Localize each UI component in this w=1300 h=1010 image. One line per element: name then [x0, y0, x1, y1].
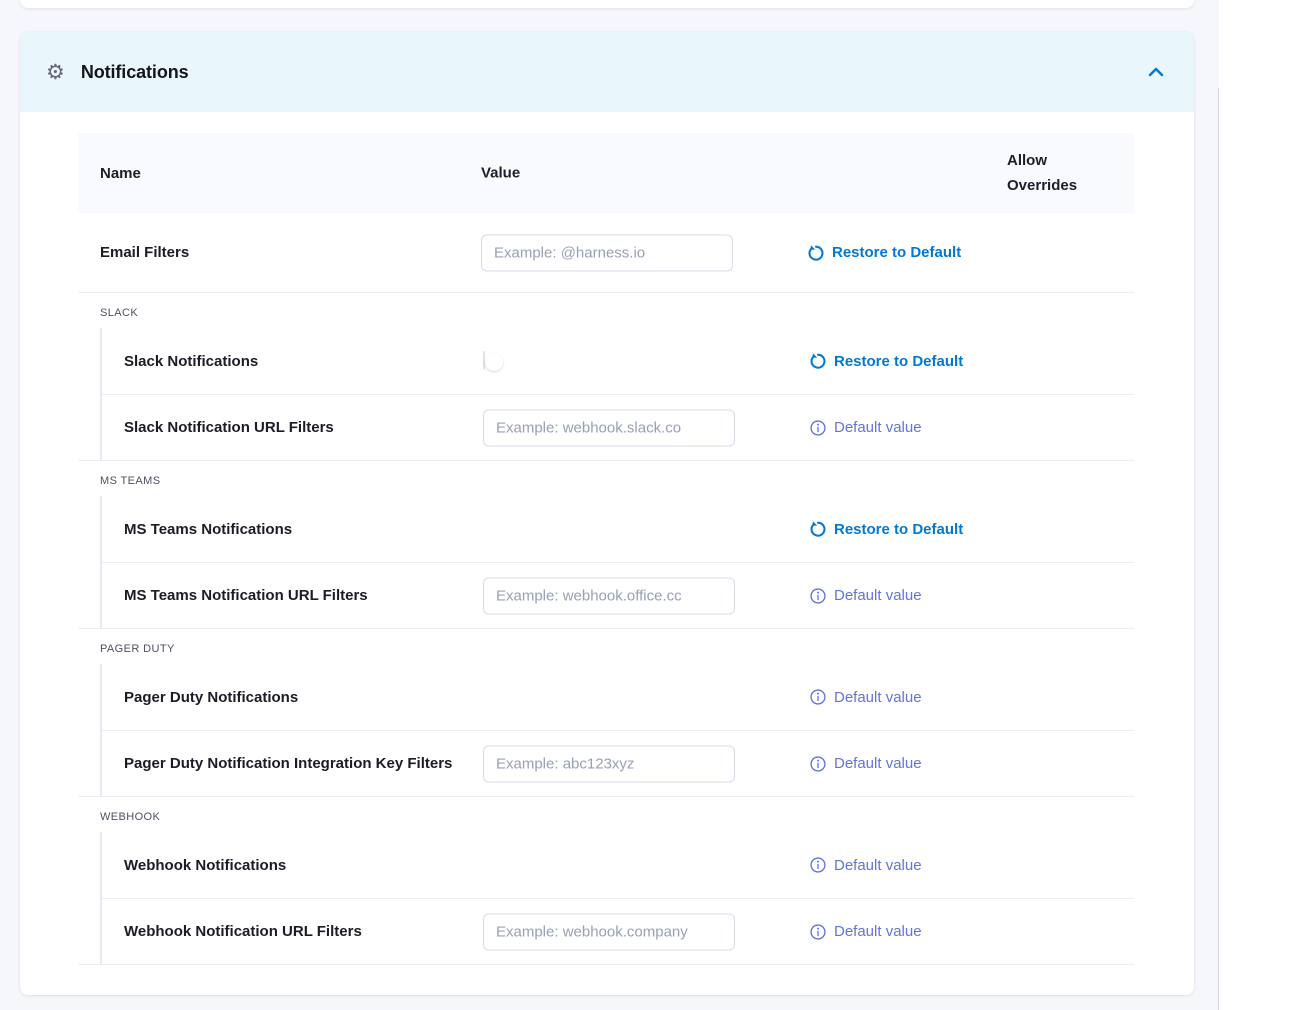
- info-icon: [809, 923, 827, 941]
- info-icon: [809, 587, 827, 605]
- action-label: Default value: [834, 689, 922, 706]
- row-webhook-notification-url-filters: Webhook Notification URL Filters De: [102, 898, 1134, 964]
- action-label: Default value: [834, 857, 922, 874]
- row-ms-teams-notification-url-filters: MS Teams Notification URL Filters D: [102, 562, 1134, 628]
- info-icon: [809, 688, 827, 706]
- table-header-row: Name Value Allow Overrides: [78, 133, 1134, 213]
- right-panel-background: [1219, 0, 1300, 1010]
- row-slack-notifications: Slack Notifications Restore to Default: [102, 328, 1134, 394]
- row-ms-teams-notifications: MS Teams Notifications Restore to Defaul…: [102, 496, 1134, 562]
- chevron-up-icon: [1148, 67, 1164, 77]
- row-slack-notification-url-filters: Slack Notification URL Filters Defa: [102, 394, 1134, 460]
- info-icon: [809, 419, 827, 437]
- row-pager-duty-notifications: Pager Duty Notifications Default va: [102, 664, 1134, 730]
- group-webhook: WEBHOOK Webhook Notifications: [78, 797, 1134, 965]
- pager-duty-integration-key-filters-input[interactable]: [483, 745, 735, 782]
- restore-icon: [809, 352, 827, 370]
- restore-to-default-button[interactable]: Restore to Default: [807, 244, 961, 262]
- action-label: Restore to Default: [834, 353, 963, 370]
- group-label: WEBHOOK: [78, 797, 1134, 832]
- notifications-panel: ⚙ Notifications Name Value Allow Overrid…: [20, 32, 1194, 995]
- setting-label: Webhook Notification URL Filters: [102, 923, 362, 940]
- setting-label: Email Filters: [78, 244, 189, 261]
- info-icon: [809, 755, 827, 773]
- webhook-notification-url-filters-input[interactable]: [483, 913, 735, 950]
- notifications-panel-header[interactable]: ⚙ Notifications: [20, 32, 1194, 112]
- slack-notifications-toggle[interactable]: [483, 351, 485, 370]
- group-label: MS TEAMS: [78, 461, 1134, 496]
- collapse-button[interactable]: [1145, 61, 1167, 83]
- setting-label: Webhook Notifications: [102, 857, 286, 874]
- default-value-indicator[interactable]: Default value: [809, 755, 922, 773]
- column-header-value: Value: [481, 165, 520, 182]
- ms-teams-notification-url-filters-input[interactable]: [483, 577, 735, 614]
- restore-icon: [807, 244, 825, 262]
- action-label: Default value: [834, 587, 922, 604]
- group-label: PAGER DUTY: [78, 629, 1134, 664]
- row-webhook-notifications: Webhook Notifications Default value: [102, 832, 1134, 898]
- default-value-indicator[interactable]: Default value: [809, 688, 922, 706]
- info-icon: [809, 856, 827, 874]
- action-label: Default value: [834, 923, 922, 940]
- divider: [78, 964, 1134, 965]
- group-label: SLACK: [78, 293, 1134, 328]
- setting-label: Slack Notification URL Filters: [102, 419, 334, 436]
- settings-table: Name Value Allow Overrides Email Filters…: [78, 133, 1134, 965]
- default-value-indicator[interactable]: Default value: [809, 923, 922, 941]
- restore-to-default-button[interactable]: Restore to Default: [809, 352, 963, 370]
- default-value-indicator[interactable]: Default value: [809, 856, 922, 874]
- setting-label: MS Teams Notification URL Filters: [102, 587, 368, 604]
- action-label: Default value: [834, 419, 922, 436]
- action-label: Restore to Default: [832, 244, 961, 261]
- setting-label: Pager Duty Notification Integration Key …: [102, 755, 452, 772]
- column-header-allow-overrides: Allow Overrides: [1007, 148, 1089, 198]
- row-email-filters: Email Filters Restore to Default: [78, 213, 1134, 293]
- group-pager-duty: PAGER DUTY Pager Duty Notifications: [78, 629, 1134, 797]
- setting-label: Slack Notifications: [102, 353, 258, 370]
- column-header-name: Name: [78, 165, 141, 182]
- action-label: Restore to Default: [834, 521, 963, 538]
- vertical-divider: [1218, 88, 1219, 1010]
- restore-icon: [809, 520, 827, 538]
- gear-icon: ⚙: [46, 62, 65, 83]
- email-filters-input[interactable]: [481, 234, 733, 271]
- slack-notification-url-filters-input[interactable]: [483, 409, 735, 446]
- group-ms-teams: MS TEAMS MS Teams Notifications: [78, 461, 1134, 629]
- action-label: Default value: [834, 755, 922, 772]
- panel-title: Notifications: [81, 62, 189, 83]
- group-slack: SLACK Slack Notifications: [78, 293, 1134, 461]
- default-value-indicator[interactable]: Default value: [809, 587, 922, 605]
- default-value-indicator[interactable]: Default value: [809, 419, 922, 437]
- setting-label: Pager Duty Notifications: [102, 689, 298, 706]
- setting-label: MS Teams Notifications: [102, 521, 292, 538]
- row-pager-duty-integration-key-filters: Pager Duty Notification Integration Key …: [102, 730, 1134, 796]
- previous-section-card: [20, 0, 1194, 8]
- restore-to-default-button[interactable]: Restore to Default: [809, 520, 963, 538]
